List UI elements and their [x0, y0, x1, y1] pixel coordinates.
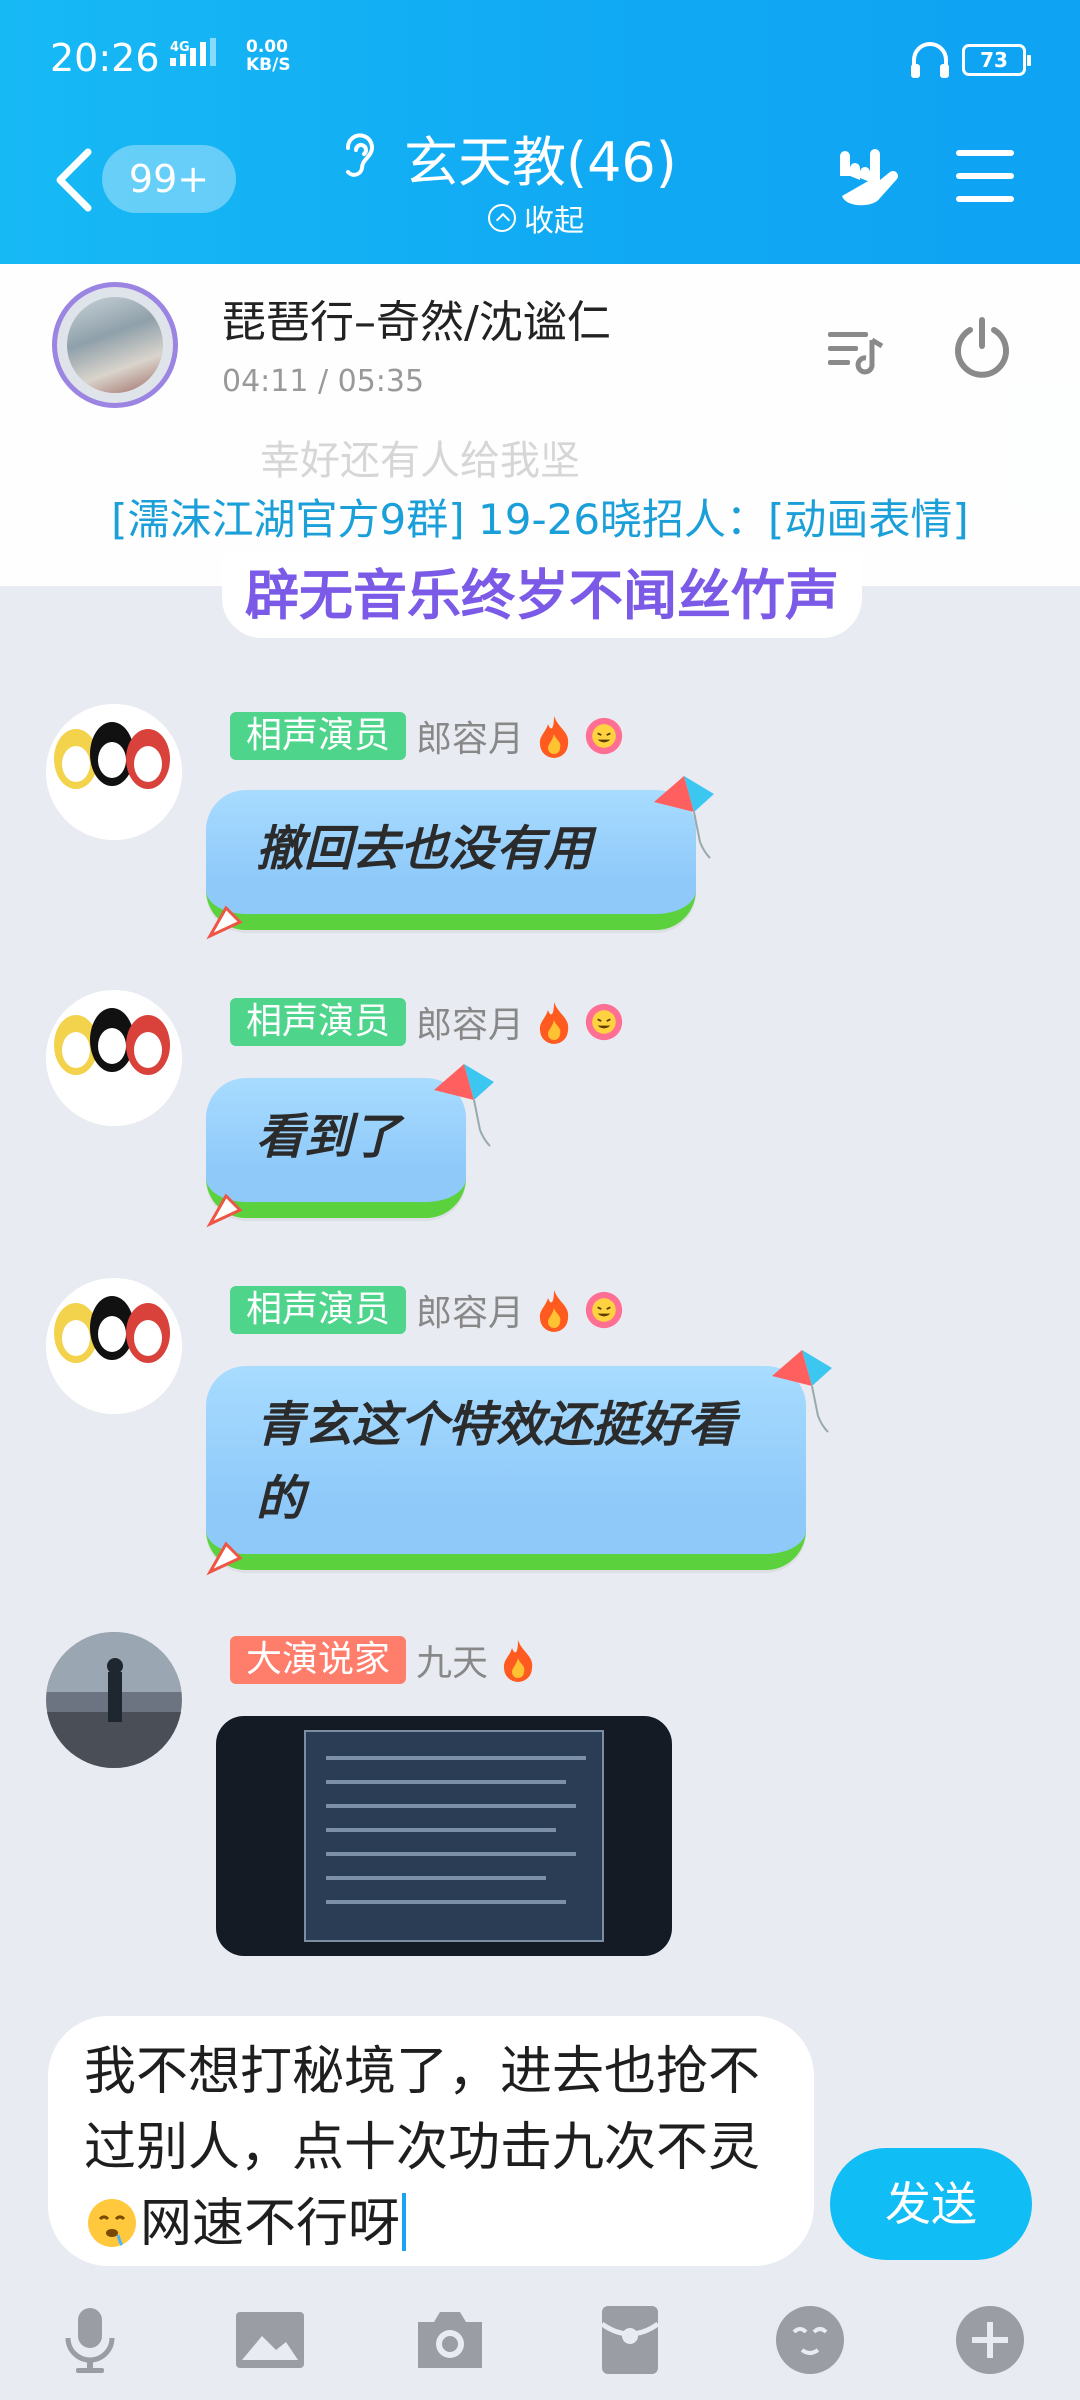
unread-count-badge[interactable]: 99+ [102, 145, 236, 213]
back-icon[interactable] [54, 148, 94, 212]
message-bubble[interactable]: 青玄这个特效还挺好看的 [206, 1366, 806, 1570]
menu-line [956, 173, 1014, 179]
sender-name[interactable]: 郎容月 [416, 710, 524, 762]
music-player-bar: 琵琶行–奇然/沈谧仁 04:11 / 05:35 幸好还有人给我坚 [濡沫江湖官… [0, 264, 1080, 586]
status-bar: 20:26 4G 0.00 KB/S 73 [0, 0, 1080, 120]
avatar[interactable] [46, 990, 182, 1126]
power-icon[interactable] [950, 316, 1014, 380]
sender-meta: 相声演员 郎容月 [230, 1284, 624, 1336]
avatar-art [46, 1278, 182, 1414]
group-title[interactable]: 玄天教(46) [404, 118, 677, 197]
fire-icon [539, 1290, 569, 1332]
screenshot-line [326, 1828, 556, 1832]
avatar-art [46, 1632, 182, 1768]
input-text: 我不想打秘境了，进去也抢不过别人，点十次功击九次不灵 [84, 2042, 761, 2178]
fire-icon [539, 1002, 569, 1044]
emoji-icon[interactable] [772, 2302, 848, 2378]
top-header: 20:26 4G 0.00 KB/S 73 99+ 玄天教(46) 收起 [0, 0, 1080, 264]
image-message[interactable] [216, 1716, 672, 1956]
fire-icon [539, 716, 569, 758]
avatar[interactable] [46, 1278, 182, 1414]
svg-text:4G: 4G [170, 40, 190, 55]
screenshot-line [326, 1876, 546, 1880]
message-input[interactable]: 我不想打秘境了，进去也抢不过别人，点十次功击九次不灵网速不行呀 [48, 2016, 814, 2266]
menu-icon[interactable] [956, 150, 1014, 202]
flower-badge-icon [585, 717, 623, 755]
sender-name[interactable]: 九天 [416, 1634, 488, 1686]
kite-icon [434, 1064, 494, 1147]
member-title-tag: 大演说家 [230, 1636, 407, 1684]
headset-icon [911, 42, 949, 78]
speed-unit: KB/S [246, 55, 291, 75]
message-text: 撤回去也没有用 [256, 821, 593, 877]
mic-icon[interactable] [52, 2302, 128, 2378]
song-title: 琵琶行–奇然/沈谧仁 [222, 297, 611, 348]
net-speed: 0.00 KB/S [246, 38, 291, 74]
avatar-art [46, 704, 182, 840]
message-text: 青玄这个特效还挺好看的 [256, 1397, 737, 1527]
rock-hand-icon[interactable] [830, 146, 900, 212]
screenshot-line [326, 1804, 576, 1808]
avatar-art [46, 990, 182, 1126]
album-cover[interactable] [52, 282, 178, 408]
drool-emoji-icon [88, 2199, 136, 2247]
pin-icon [206, 1541, 243, 1576]
album-art [67, 297, 163, 393]
signal-icon: 4G [170, 38, 216, 66]
send-button[interactable]: 发送 [830, 2148, 1032, 2260]
song-progress: 04:11 / 05:35 [222, 364, 425, 399]
ear-icon[interactable] [336, 128, 380, 184]
pin-icon [206, 905, 243, 940]
text-caret [402, 2193, 407, 2251]
collapse-label: 收起 [524, 204, 584, 239]
status-time: 20:26 [50, 36, 160, 80]
screenshot-line [326, 1756, 586, 1760]
screenshot-line [326, 1780, 566, 1784]
fire-icon [503, 1640, 533, 1682]
menu-line [956, 150, 1014, 156]
member-title-tag: 相声演员 [230, 998, 407, 1046]
camera-icon[interactable] [412, 2302, 488, 2378]
message-text: 看到了 [256, 1109, 401, 1165]
faded-message: 幸好还有人给我坚 [260, 438, 580, 484]
member-title-tag: 相声演员 [230, 712, 407, 760]
input-toolbar [0, 2280, 1080, 2400]
flower-badge-icon [585, 1291, 623, 1329]
group-notice[interactable]: [濡沫江湖官方9群] 19-26晓招人：[动画表情] [0, 486, 1080, 547]
avatar[interactable] [46, 704, 182, 840]
input-text-tail: 网速不行呀 [140, 2194, 401, 2254]
battery-indicator: 73 [962, 44, 1031, 76]
pin-icon [206, 1193, 243, 1228]
plus-icon[interactable] [952, 2302, 1028, 2378]
collapse-toggle[interactable]: 收起 [488, 196, 584, 240]
flower-badge-icon [585, 1003, 623, 1041]
chevron-up-icon [488, 204, 516, 232]
member-title-tag: 相声演员 [230, 1286, 407, 1334]
screenshot-line [326, 1900, 566, 1904]
speed-value: 0.00 [246, 37, 288, 57]
kite-icon [654, 776, 714, 859]
message-bubble[interactable]: 撤回去也没有用 [206, 790, 696, 930]
image-icon[interactable] [232, 2302, 308, 2378]
sender-name[interactable]: 郎容月 [416, 1284, 524, 1336]
menu-line [956, 196, 1014, 202]
lyric-line: 辟无音乐终岁不闻丝竹声 [222, 554, 862, 638]
screenshot-line [326, 1852, 576, 1856]
sender-meta: 大演说家 九天 [230, 1634, 538, 1686]
kite-icon [772, 1350, 832, 1433]
avatar[interactable] [46, 1632, 182, 1768]
sender-meta: 相声演员 郎容月 [230, 710, 624, 762]
sender-meta: 相声演员 郎容月 [230, 996, 624, 1048]
game-screenshot [304, 1730, 604, 1942]
playlist-icon[interactable] [826, 324, 886, 380]
sender-name[interactable]: 郎容月 [416, 996, 524, 1048]
red-packet-icon[interactable] [592, 2302, 668, 2378]
